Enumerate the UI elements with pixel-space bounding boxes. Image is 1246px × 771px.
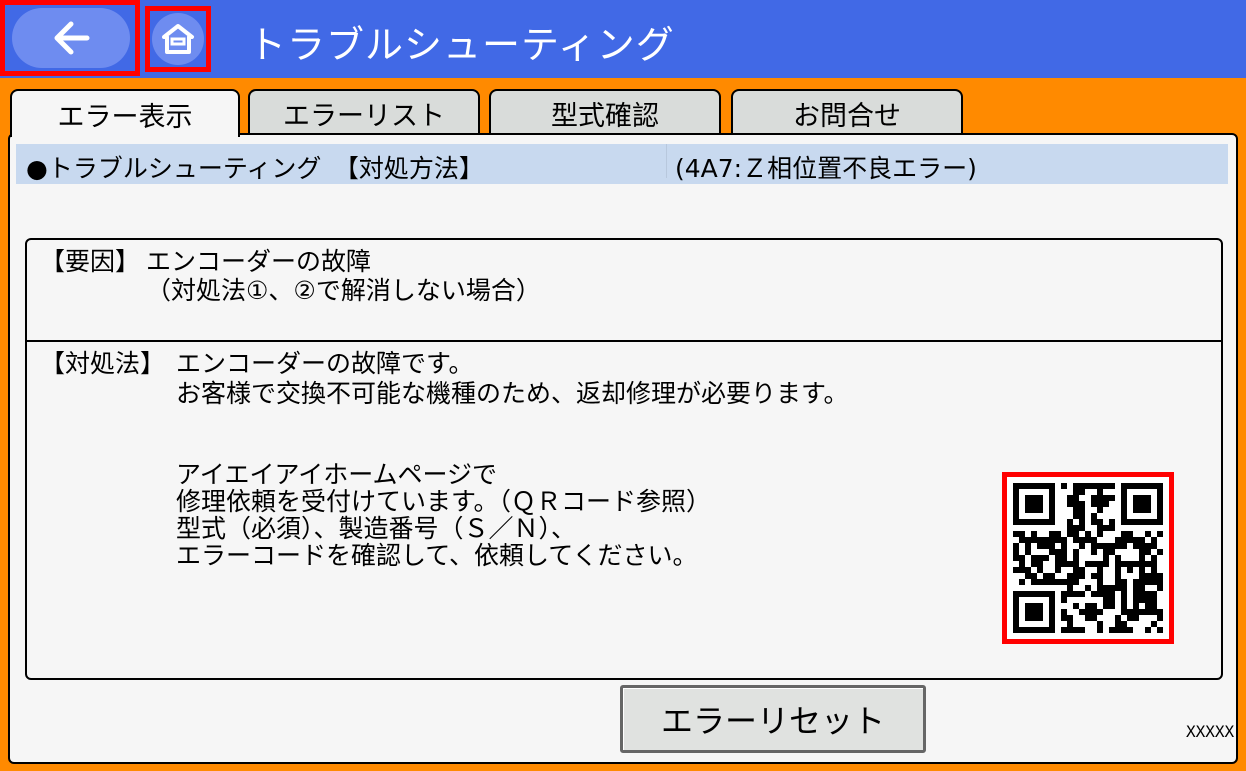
back-button[interactable] xyxy=(12,8,130,68)
home-button[interactable] xyxy=(152,13,204,65)
solution-line-3: アイエイアイホームページで xyxy=(176,460,498,489)
qr-code-icon[interactable] xyxy=(1013,483,1163,633)
tab-error-list[interactable]: エラーリスト xyxy=(248,89,480,135)
solution-line-6: エラーコードを確認して、依頼してください。 xyxy=(176,541,698,570)
cause-note: （対処法①、②で解消しない場合） xyxy=(146,276,541,305)
solution-line-4: 修理依頼を受付けています。（ＱＲコード参照） xyxy=(176,487,712,516)
tab-inquiry[interactable]: お問合せ xyxy=(731,89,963,135)
solution-label: 【対処法】 xyxy=(40,349,166,378)
section-divider xyxy=(27,340,1221,342)
screen-code: XXXXX xyxy=(1186,722,1235,741)
solution-line-1: エンコーダーの故障です。 xyxy=(176,349,474,378)
tab-error-display[interactable]: エラー表示 xyxy=(10,89,240,137)
qr-code-highlight xyxy=(1002,472,1174,644)
solution-line-5: 型式（必須）、製造番号（Ｓ／Ｎ）、 xyxy=(176,514,577,543)
cause-text: エンコーダーの故障 xyxy=(146,247,372,276)
tab-model-check[interactable]: 型式確認 xyxy=(489,89,721,135)
solution-line-2: お客様で交換不可能な機種のため、返却修理が必要ります。 xyxy=(176,379,849,408)
banner-title: ●トラブルシューティング 【対処方法】 xyxy=(26,154,484,183)
cause-label: 【要因】 xyxy=(40,247,141,276)
error-code-label: (4A7:Ｚ相位置不良エラー) xyxy=(666,144,977,183)
section-banner: ●トラブルシューティング 【対処方法】 (4A7:Ｚ相位置不良エラー) xyxy=(16,144,1228,184)
arrow-left-icon xyxy=(54,21,90,55)
home-icon xyxy=(162,24,194,54)
page-title: トラブルシューティング xyxy=(248,23,675,67)
error-reset-button[interactable]: エラーリセット xyxy=(620,685,926,753)
